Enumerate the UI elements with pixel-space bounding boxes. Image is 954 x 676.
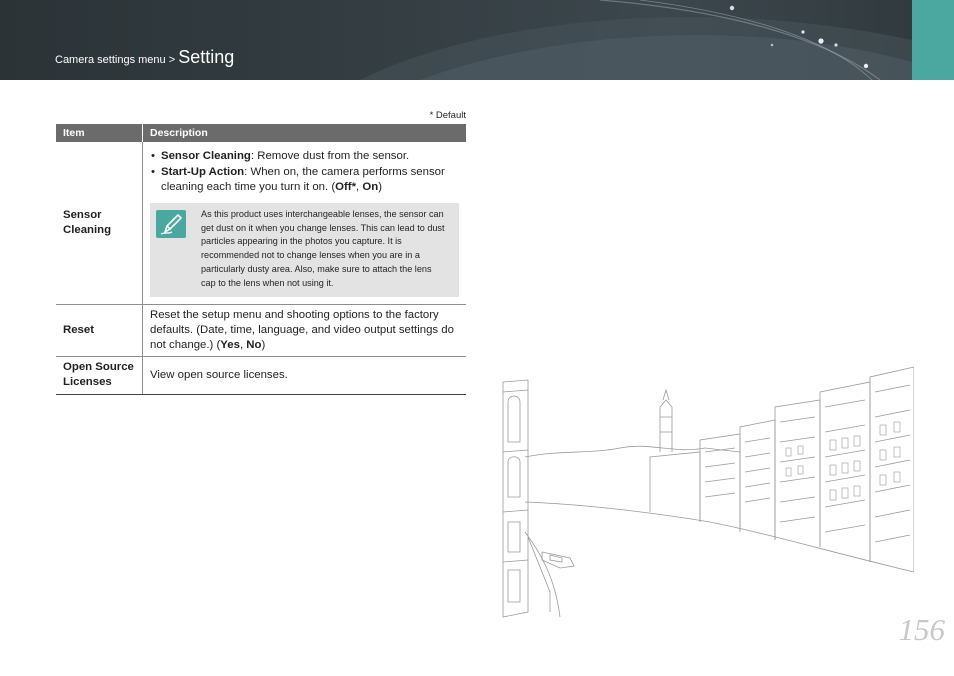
description-cell: Sensor Cleaning: Remove dust from the se… [142,142,466,306]
option-no: No [246,339,262,352]
chapter-tab [912,0,954,80]
item-cell: Reset [56,304,143,358]
description-text: Reset the setup menu and shooting option… [150,309,454,352]
description-cell: Reset the setup menu and shooting option… [142,304,466,358]
bullet-term: Sensor Cleaning [161,150,251,162]
option-close: ) [378,181,382,193]
option-close: ) [261,339,266,352]
page-number: 156 [898,612,946,647]
bullet-list: Sensor Cleaning: Remove dust from the se… [150,149,459,195]
city-canal-illustration [502,366,914,618]
table-header-row: Item Description [56,124,466,142]
column-header-description: Description [142,124,466,142]
item-cell: Sensor Cleaning [56,142,143,306]
header-banner: Camera settings menu > Setting [0,0,954,80]
item-cell: Open Source Licenses [56,356,143,396]
settings-table: Item Description Sensor Cleaning Sensor … [56,124,466,396]
table-row-reset: Reset Reset the setup menu and shooting … [56,304,466,358]
breadcrumb: Camera settings menu > Setting [55,47,234,68]
bullet-item: Start-Up Action: When on, the camera per… [150,165,459,195]
option-yes: Yes [220,339,240,352]
pencil-note-icon [156,210,186,238]
bullet-term: Start-Up Action [161,166,245,178]
header-swoosh-graphic [360,0,912,80]
bullet-item: Sensor Cleaning: Remove dust from the se… [150,149,459,164]
bullet-text: : Remove dust from the sensor. [250,150,410,162]
breadcrumb-separator: > [165,54,179,66]
option-off: Off* [335,181,357,193]
table-row-open-source-licenses: Open Source Licenses View open source li… [56,356,466,396]
breadcrumb-parent: Camera settings menu [55,54,166,66]
description-cell: View open source licenses. [142,356,466,396]
note-text: As this product uses interchangeable len… [201,209,445,288]
option-on: On [362,181,379,193]
note-box: As this product uses interchangeable len… [150,203,459,298]
description-text: View open source licenses. [150,369,288,382]
default-note: * Default [429,110,466,121]
column-header-item: Item [56,124,143,142]
table-row-sensor-cleaning: Sensor Cleaning Sensor Cleaning: Remove … [56,142,466,306]
page-title: Setting [178,47,235,67]
